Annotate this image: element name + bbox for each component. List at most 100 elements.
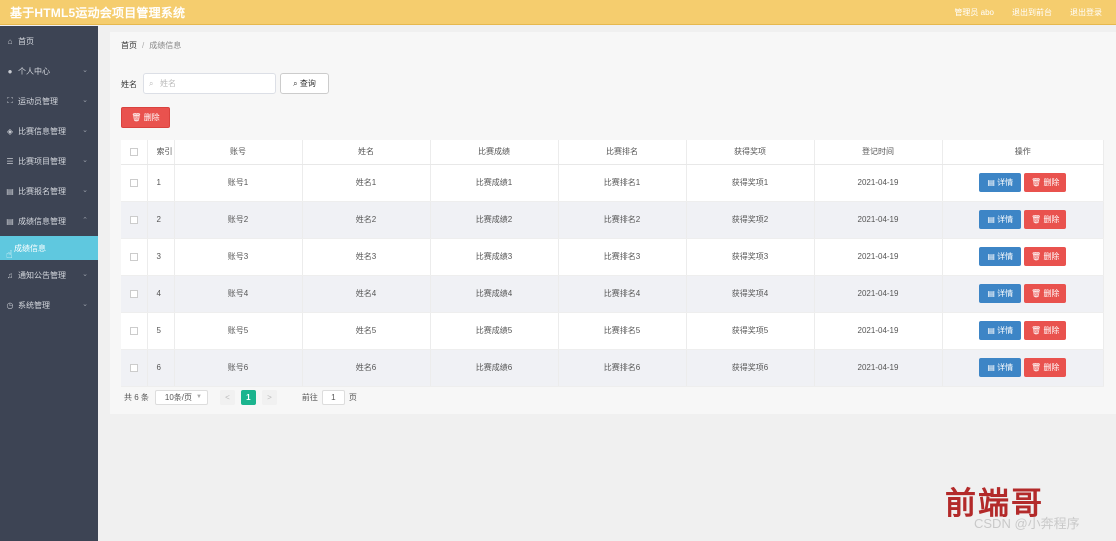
detail-button-label: 详情 <box>997 252 1014 261</box>
sidebar-item-items3[interactable]: ◈ 比赛信息管理 ⌄ <box>0 116 98 146</box>
goto-page-input[interactable]: 1 <box>321 390 345 405</box>
cell-rank: 比赛排名2 <box>558 201 687 239</box>
delete-button[interactable]: 🗑 删除 <box>1024 210 1067 229</box>
row-select-cell <box>121 349 148 387</box>
sidebar-item-label: 比赛报名管理 <box>18 186 66 196</box>
trash-icon: 🗑 <box>1031 252 1042 261</box>
page-size-select[interactable]: 10条/页 ▼ <box>154 390 208 405</box>
row-checkbox[interactable] <box>129 215 138 224</box>
table-row: 6 账号6 姓名6 比赛成绩6 比赛排名6 获得奖项6 2021-04-19 ▤ 详情 🗑 删除 <box>121 349 1104 387</box>
cell-account: 账号3 <box>174 238 303 276</box>
cell-award: 获得奖项1 <box>686 164 815 202</box>
pagination: 共 6 条 10条/页 ▼ < 1 > 前往 1 页 <box>124 390 357 405</box>
row-checkbox[interactable] <box>129 289 138 298</box>
cell-score: 比赛成绩4 <box>430 275 559 313</box>
delete-button[interactable]: 🗑 删除 <box>1024 321 1067 340</box>
row-checkbox[interactable] <box>129 363 138 372</box>
row-checkbox[interactable] <box>129 178 138 187</box>
sidebar-item-items_after1[interactable]: ◷ 系统管理 ⌄ <box>0 290 98 320</box>
delete-button-label: 删除 <box>1043 326 1060 335</box>
chevron-icon: ⌄ <box>82 67 88 74</box>
delete-button-label: 删除 <box>1043 252 1060 261</box>
cell-index: 4 <box>147 275 175 313</box>
trash-icon: 🗑 <box>1031 363 1042 372</box>
table-row: 5 账号5 姓名5 比赛成绩5 比赛排名5 获得奖项5 2021-04-19 ▤ 详情 🗑 删除 <box>121 312 1104 350</box>
table-header-row: 索引 账号 姓名 比赛成绩 比赛排名 获得奖项 登记时间 操作 <box>121 140 1104 165</box>
cell-account: 账号4 <box>174 275 303 313</box>
sidebar-item-label: 运动员管理 <box>18 96 58 106</box>
select-all-checkbox[interactable] <box>129 148 138 157</box>
cell-award: 获得奖项4 <box>686 275 815 313</box>
cell-rank: 比赛排名4 <box>558 275 687 313</box>
next-page-button[interactable]: > <box>261 390 277 405</box>
sidebar-item-items1[interactable]: ● 个人中心 ⌄ <box>0 56 98 86</box>
breadcrumb-current: 成绩信息 <box>149 41 182 50</box>
cell-rank: 比赛排名1 <box>558 164 687 202</box>
detail-button-label: 详情 <box>997 215 1014 224</box>
row-checkbox[interactable] <box>129 326 138 335</box>
trash-icon: 🗑 <box>1031 289 1042 298</box>
detail-button[interactable]: ▤ 详情 <box>979 173 1022 192</box>
name-search-input[interactable]: ⌕ 姓名 <box>143 73 276 94</box>
menu-icon: ♫ <box>7 270 13 280</box>
sidebar-item-label: 个人中心 <box>18 66 50 76</box>
batch-delete-button[interactable]: 🗑 删除 <box>121 107 170 128</box>
sidebar-subitem-score-info[interactable]: 成绩信息 ☝ <box>0 236 98 261</box>
query-button[interactable]: ⌕ 查询 <box>280 73 329 94</box>
chevron-icon: ⌄ <box>82 271 88 278</box>
detail-icon: ▤ <box>987 252 995 261</box>
row-select-cell <box>121 201 148 239</box>
detail-icon: ▤ <box>987 215 995 224</box>
col-date: 登记时间 <box>814 140 943 165</box>
sidebar-item-items6[interactable]: ▤ 成绩信息管理 ⌃ <box>0 206 98 236</box>
csdn-watermark: CSDN @小奔程序 <box>974 516 1080 531</box>
sidebar-item-label: 比赛项目管理 <box>18 156 66 166</box>
cell-name: 姓名5 <box>302 312 431 350</box>
sidebar-item-items5[interactable]: ▤ 比赛报名管理 ⌄ <box>0 176 98 206</box>
cell-award: 获得奖项5 <box>686 312 815 350</box>
menu-icon: ☰ <box>6 156 14 166</box>
row-checkbox[interactable] <box>129 252 138 261</box>
table-row: 2 账号2 姓名2 比赛成绩2 比赛排名2 获得奖项2 2021-04-19 ▤ 详情 🗑 删除 <box>121 201 1104 239</box>
app-title: 基于HTML5运动会项目管理系统 <box>10 6 186 20</box>
sidebar-item-items0[interactable]: ⌂ 首页 <box>0 26 98 56</box>
detail-button[interactable]: ▤ 详情 <box>979 321 1022 340</box>
sidebar-item-items4[interactable]: ☰ 比赛项目管理 ⌄ <box>0 146 98 176</box>
detail-button[interactable]: ▤ 详情 <box>979 358 1022 377</box>
sidebar-item-items_after0[interactable]: ♫ 通知公告管理 ⌄ <box>0 260 98 290</box>
col-name: 姓名 <box>302 140 431 165</box>
breadcrumb: 首页 / 成绩信息 <box>121 40 181 51</box>
sidebar-item-items2[interactable]: ⛶ 运动员管理 ⌄ <box>0 86 98 116</box>
breadcrumb-home[interactable]: 首页 <box>121 41 137 50</box>
select-all-header <box>121 140 148 165</box>
delete-button[interactable]: 🗑 删除 <box>1024 173 1067 192</box>
search-placeholder: 姓名 <box>160 79 176 88</box>
page-1-button[interactable]: 1 <box>240 390 256 405</box>
cell-date: 2021-04-19 <box>814 201 943 239</box>
query-button-label: 查询 <box>299 79 316 88</box>
cell-award: 获得奖项6 <box>686 349 815 387</box>
breadcrumb-separator: / <box>142 41 145 50</box>
chevron-icon: ⌄ <box>82 127 88 134</box>
menu-icon: ⌂ <box>7 36 13 46</box>
delete-button-label: 删除 <box>1043 289 1060 298</box>
detail-button-label: 详情 <box>997 363 1014 372</box>
prev-page-button[interactable]: < <box>219 390 235 405</box>
menu-icon: ▤ <box>6 186 14 196</box>
detail-button[interactable]: ▤ 详情 <box>979 284 1022 303</box>
logout-link[interactable]: 退出登录 <box>1070 7 1102 18</box>
sidebar-item-label: 比赛信息管理 <box>18 126 66 136</box>
detail-button[interactable]: ▤ 详情 <box>979 210 1022 229</box>
detail-button[interactable]: ▤ 详情 <box>979 247 1022 266</box>
delete-button[interactable]: 🗑 删除 <box>1024 247 1067 266</box>
detail-button-label: 详情 <box>997 289 1014 298</box>
chevron-down-icon: ▼ <box>195 394 202 400</box>
delete-button[interactable]: 🗑 删除 <box>1024 284 1067 303</box>
user-info: 管理员 abo <box>954 8 994 17</box>
cell-name: 姓名1 <box>302 164 431 202</box>
detail-icon: ▤ <box>987 363 995 372</box>
home-link[interactable]: 退出到前台 <box>1012 7 1052 18</box>
delete-button[interactable]: 🗑 删除 <box>1024 358 1067 377</box>
row-select-cell <box>121 312 148 350</box>
menu-icon: ◈ <box>6 126 14 136</box>
